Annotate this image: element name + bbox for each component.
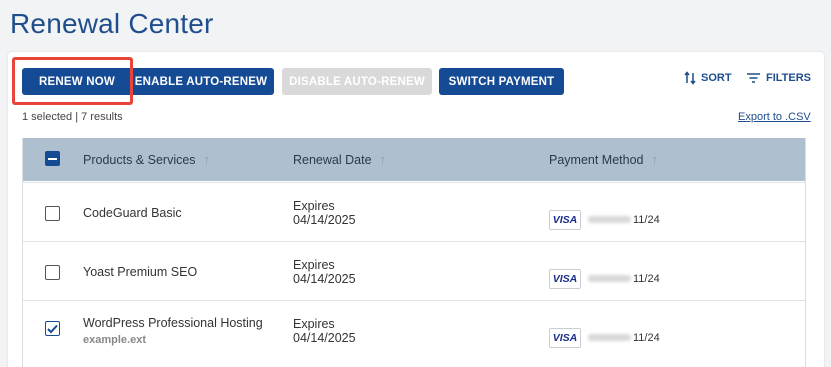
sort-arrows-icon	[684, 71, 696, 85]
visa-card-icon: VISA	[549, 210, 581, 230]
column-header-products[interactable]: Products & Services ↑	[83, 152, 210, 167]
renewals-table: Products & Services ↑ Renewal Date ↑ Pay…	[22, 138, 806, 367]
row-checkbox-checked[interactable]	[45, 321, 60, 336]
row-checkbox[interactable]	[45, 265, 60, 280]
row-checkbox[interactable]	[45, 206, 60, 221]
filter-lines-icon	[746, 72, 761, 84]
table-row[interactable]: CodeGuard Basic Expires 04/14/2025 VISA …	[23, 182, 805, 241]
arrow-up-icon: ↑	[651, 152, 659, 167]
column-header-renewal-date[interactable]: Renewal Date ↑	[293, 152, 386, 167]
checkmark-icon	[47, 324, 58, 333]
sort-button[interactable]: SORT	[684, 70, 732, 86]
masked-card-number	[588, 334, 631, 341]
selection-summary: 1 selected | 7 results	[22, 111, 123, 123]
renewal-date: Expires 04/14/2025	[293, 199, 356, 227]
table-row[interactable]: WordPress Professional Hosting example.e…	[23, 300, 805, 359]
table-header: Products & Services ↑ Renewal Date ↑ Pay…	[23, 138, 805, 181]
export-csv-link[interactable]: Export to .CSV	[738, 111, 811, 123]
page-title: Renewal Center	[10, 8, 214, 39]
arrow-up-icon: ↑	[203, 152, 211, 167]
table-row[interactable]: Yoast Premium SEO Expires 04/14/2025 VIS…	[23, 241, 805, 300]
card-expiry: 11/24	[633, 214, 660, 226]
switch-payment-button[interactable]: SWITCH PAYMENT	[439, 68, 564, 95]
sort-label: SORT	[701, 72, 732, 84]
card-expiry: 11/24	[633, 332, 660, 344]
enable-auto-renew-button[interactable]: ENABLE AUTO-RENEW	[128, 68, 274, 95]
column-header-payment-method[interactable]: Payment Method ↑	[549, 152, 658, 167]
masked-card-number	[588, 216, 631, 223]
product-name: CodeGuard Basic	[83, 206, 182, 220]
select-all-checkbox[interactable]	[45, 151, 60, 166]
product-name: Yoast Premium SEO	[83, 265, 198, 279]
arrow-up-icon: ↑	[379, 152, 387, 167]
renewal-date: Expires 04/14/2025	[293, 258, 356, 286]
disable-auto-renew-button: DISABLE AUTO-RENEW	[282, 68, 432, 95]
masked-card-number	[588, 275, 631, 282]
visa-card-icon: VISA	[549, 269, 581, 289]
filters-button[interactable]: FILTERS	[746, 70, 811, 86]
product-name: WordPress Professional Hosting	[83, 316, 263, 330]
product-domain: example.ext	[83, 334, 146, 346]
visa-card-icon: VISA	[549, 328, 581, 348]
card-expiry: 11/24	[633, 273, 660, 285]
renewal-date: Expires 04/14/2025	[293, 317, 356, 345]
renew-now-button[interactable]: RENEW NOW	[22, 68, 132, 95]
filters-label: FILTERS	[766, 72, 812, 84]
